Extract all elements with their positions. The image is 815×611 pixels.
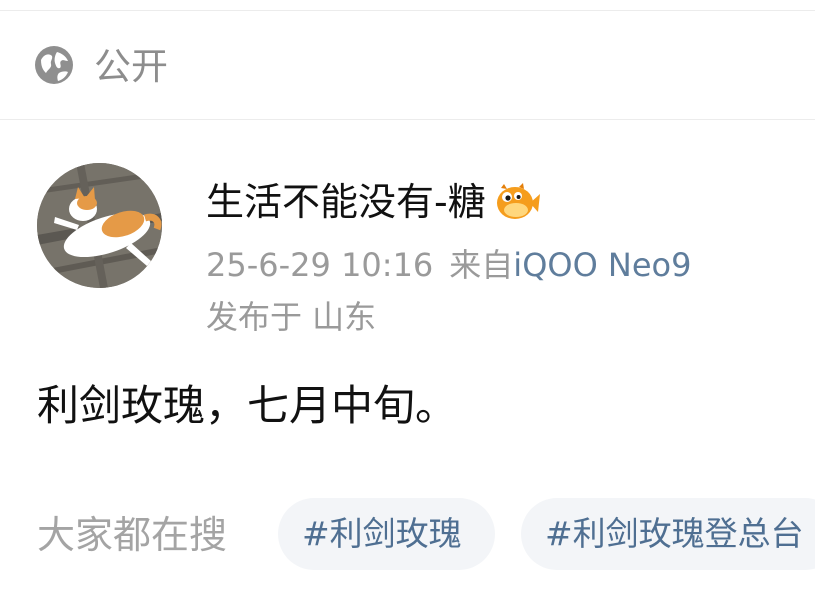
trending-tag[interactable]: #利剑玫瑰登总台 [521,498,815,570]
header-divider [0,119,815,120]
post-content[interactable]: 利剑玫瑰，七月中旬。 [37,379,457,433]
author-name[interactable]: 生活不能没有-糖 [206,177,486,227]
author-row: 生活不能没有-糖 [206,176,540,228]
visibility-label[interactable]: 公开 [94,44,168,90]
trending-label: 大家都在搜 [37,513,228,557]
source-device-link[interactable]: iQOO Neo9 [513,246,691,284]
post-meta: 25-6-29 10:16 来自iQOO Neo9 [206,244,691,286]
trending-tag[interactable]: #利剑玫瑰 [278,498,495,570]
pufferfish-icon[interactable] [494,182,540,222]
source-prefix: 来自 [449,246,514,284]
cat-avatar-image [37,163,162,288]
post-location: 发布于 山东 [206,298,377,336]
globe-icon [35,46,73,84]
avatar[interactable] [37,163,162,288]
post-timestamp: 25-6-29 10:16 [206,246,434,284]
